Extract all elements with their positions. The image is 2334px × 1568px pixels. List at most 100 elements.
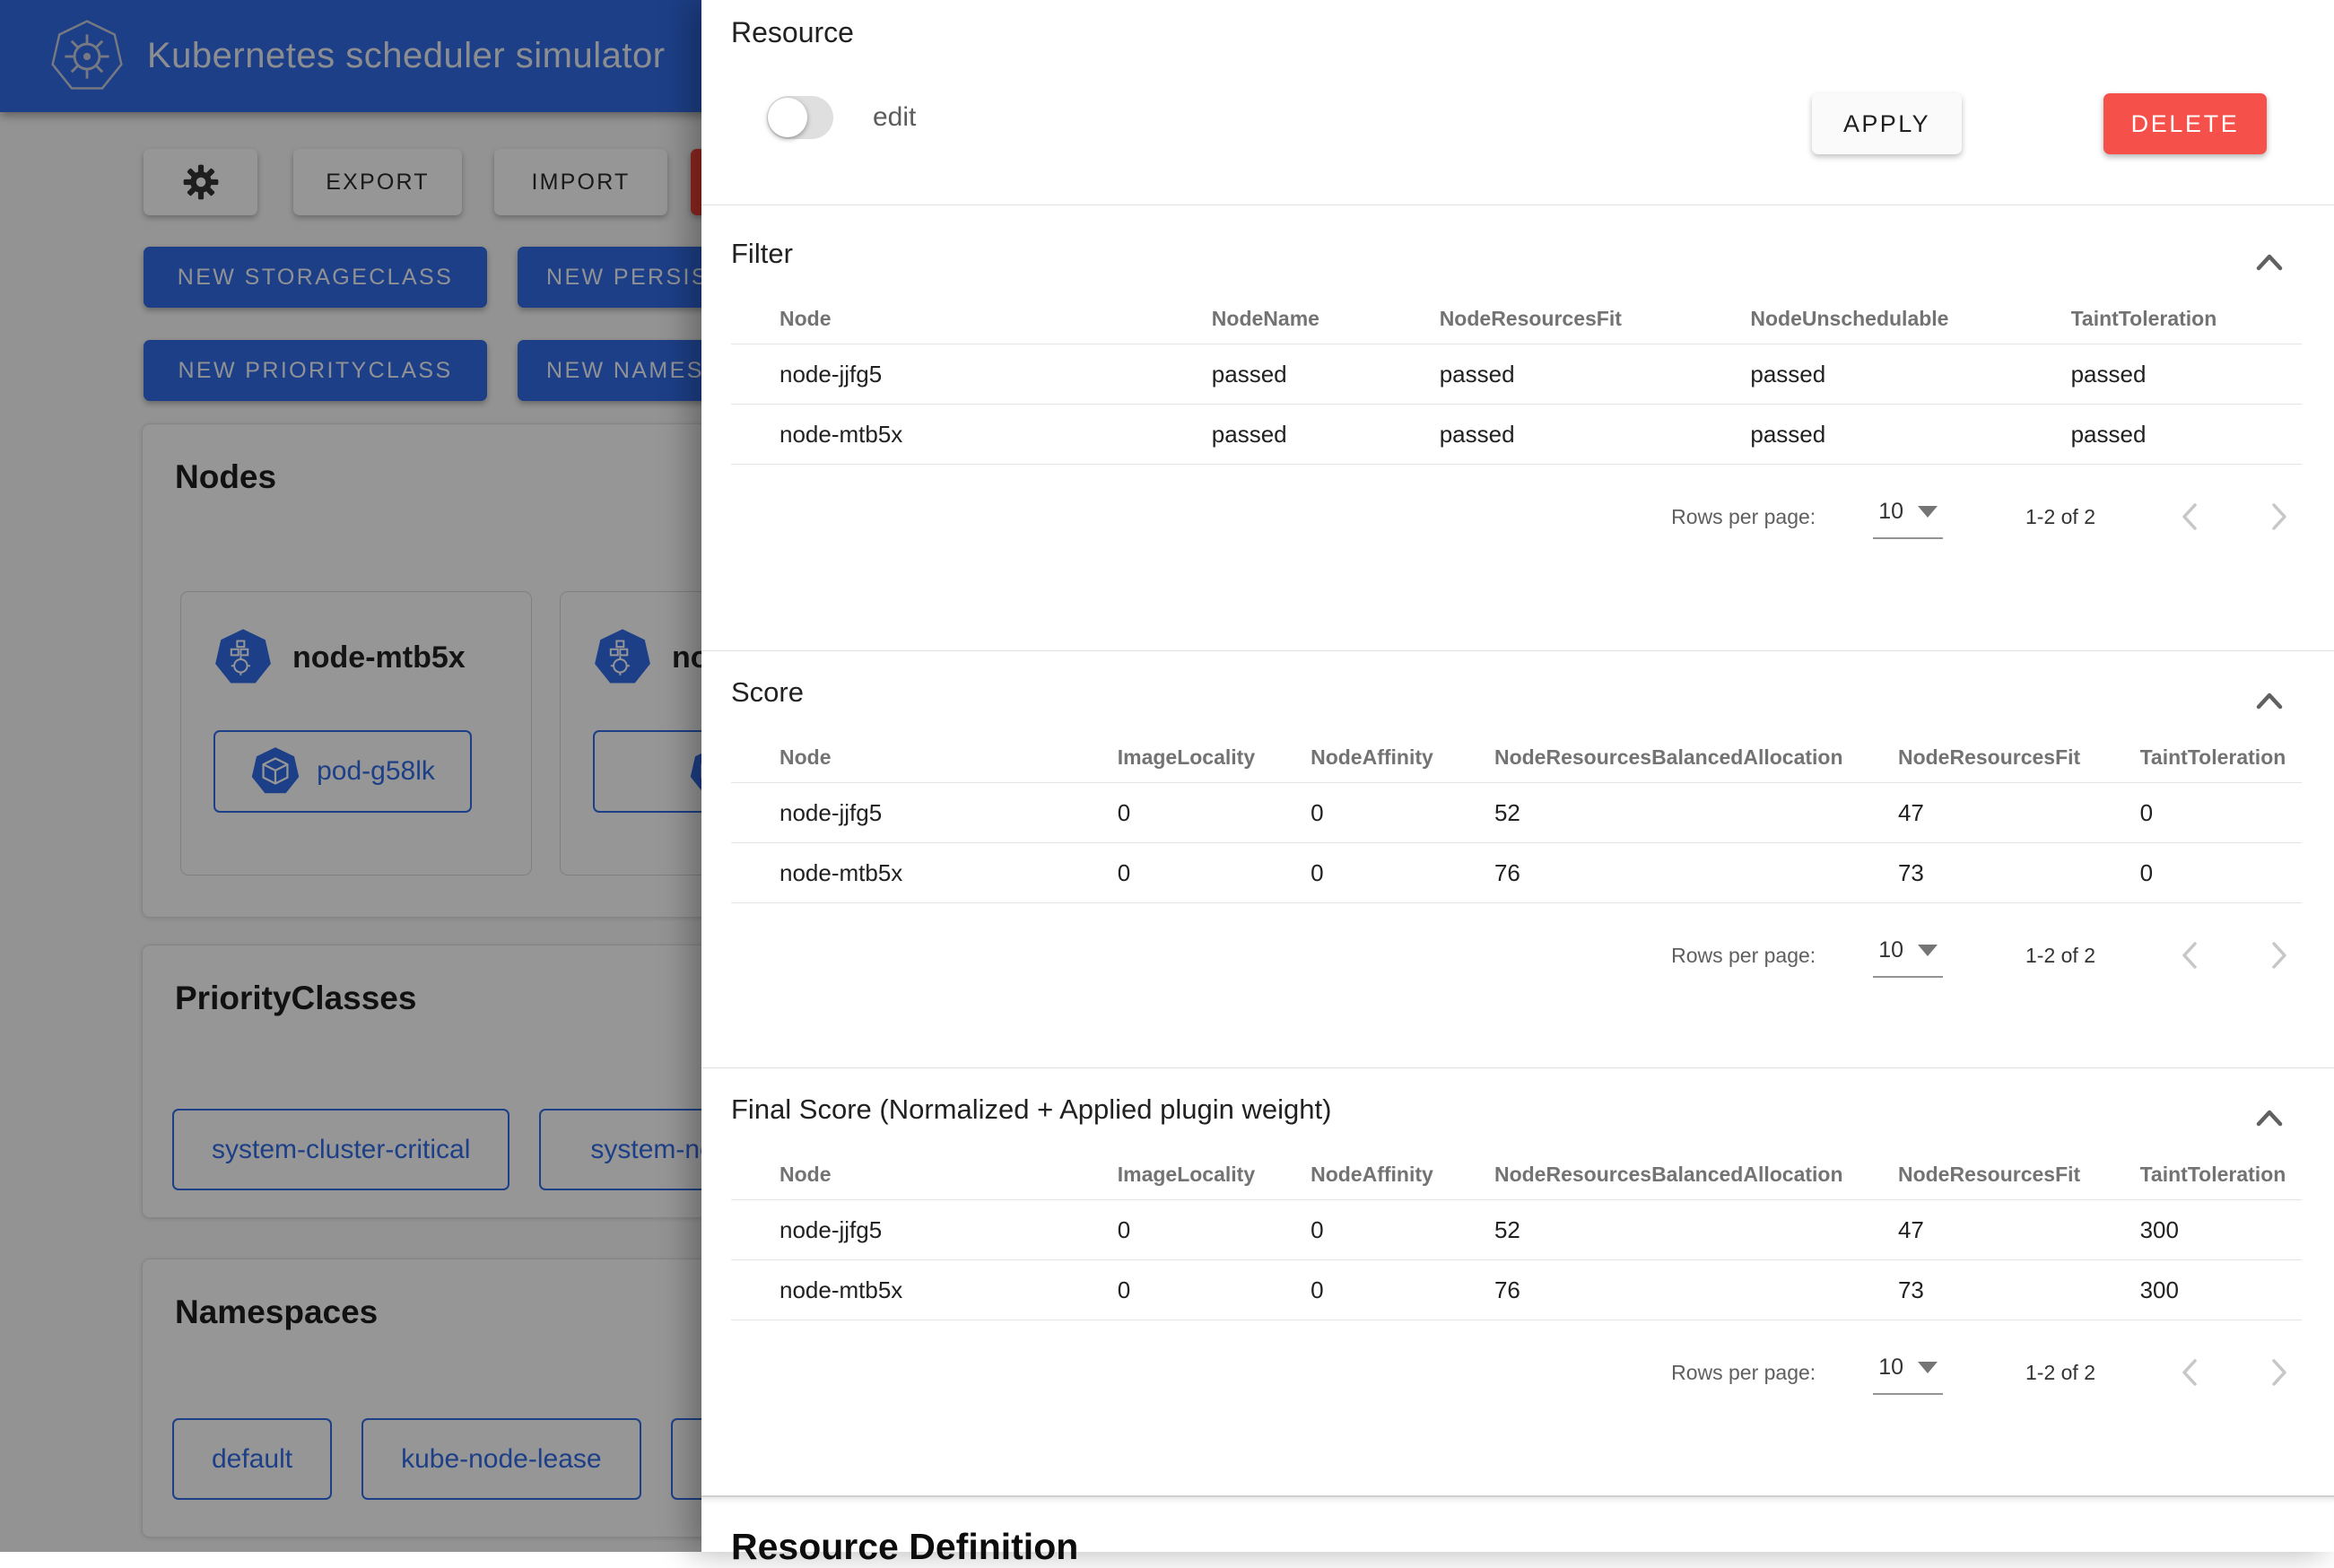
table-row: node-jjfg5 0 0 52 47 300 bbox=[731, 1200, 2302, 1260]
drawer-title: Resource bbox=[731, 16, 854, 49]
cell-node: node-mtb5x bbox=[731, 421, 1212, 449]
cell-value: 0 bbox=[1118, 1216, 1311, 1244]
cell-value: 52 bbox=[1494, 799, 1898, 827]
score-pagination: Rows per page: 10 1-2 of 2 bbox=[731, 914, 2302, 997]
cell-value: 0 bbox=[1311, 1276, 1494, 1304]
cell-value: passed bbox=[1212, 421, 1440, 449]
cell-value: passed bbox=[1750, 361, 2070, 388]
final-score-table: Node ImageLocality NodeAffinity NodeReso… bbox=[731, 1149, 2302, 1320]
cell-node: node-jjfg5 bbox=[731, 1216, 1118, 1244]
cell-value: 0 bbox=[1118, 799, 1311, 827]
resource-definition-section: Resource Definition bbox=[701, 1495, 2334, 1552]
cell-value: 0 bbox=[1311, 859, 1494, 887]
column-header: NodeResourcesFit bbox=[1898, 745, 2140, 770]
cell-node: node-mtb5x bbox=[731, 1276, 1118, 1304]
table-row: node-mtb5x 0 0 76 73 300 bbox=[731, 1260, 2302, 1320]
cell-value: passed bbox=[1212, 361, 1440, 388]
cell-value: 76 bbox=[1494, 1276, 1898, 1304]
table-header-row: Node ImageLocality NodeAffinity NodeReso… bbox=[731, 1149, 2302, 1200]
next-page-icon[interactable] bbox=[2260, 499, 2296, 535]
next-page-icon[interactable] bbox=[2260, 937, 2296, 973]
cell-value: 47 bbox=[1898, 799, 2140, 827]
filter-section: Filter Node NodeName NodeResourcesFit No… bbox=[701, 205, 2334, 650]
cell-value: passed bbox=[1440, 361, 1751, 388]
cell-node: node-jjfg5 bbox=[731, 361, 1212, 388]
column-header: Node bbox=[731, 745, 1118, 770]
delete-button[interactable]: DELETE bbox=[2103, 93, 2267, 154]
cell-node: node-jjfg5 bbox=[731, 799, 1118, 827]
rows-per-page-select[interactable]: 10 bbox=[1873, 495, 1943, 539]
column-header: NodeResourcesBalancedAllocation bbox=[1494, 1163, 1898, 1187]
rows-per-page-select[interactable]: 10 bbox=[1873, 934, 1943, 978]
collapse-chevron-up-icon[interactable] bbox=[2251, 245, 2287, 281]
final-score-section-title: Final Score (Normalized + Applied plugin… bbox=[731, 1068, 2302, 1126]
toggle-thumb bbox=[768, 98, 807, 137]
cell-value: passed bbox=[2071, 361, 2302, 388]
cell-value: 300 bbox=[2140, 1276, 2302, 1304]
column-header: NodeUnschedulable bbox=[1750, 307, 2070, 331]
cell-value: 0 bbox=[1311, 1216, 1494, 1244]
cell-value: 73 bbox=[1898, 1276, 2140, 1304]
rows-per-page-value: 10 bbox=[1878, 1355, 1903, 1381]
column-header: NodeResourcesFit bbox=[1898, 1163, 2140, 1187]
table-row: node-jjfg5 0 0 52 47 0 bbox=[731, 783, 2302, 843]
pagination-range: 1-2 of 2 bbox=[2025, 505, 2095, 529]
resource-definition-title: Resource Definition bbox=[731, 1497, 2302, 1568]
column-header: NodeAffinity bbox=[1311, 745, 1494, 770]
column-header: TaintToleration bbox=[2071, 307, 2302, 331]
table-header-row: Node ImageLocality NodeAffinity NodeReso… bbox=[731, 732, 2302, 783]
cell-value: 0 bbox=[1311, 799, 1494, 827]
table-row: node-jjfg5 passed passed passed passed bbox=[731, 344, 2302, 405]
previous-page-icon[interactable] bbox=[2173, 937, 2208, 973]
final-score-pagination: Rows per page: 10 1-2 of 2 bbox=[731, 1331, 2302, 1414]
score-table: Node ImageLocality NodeAffinity NodeReso… bbox=[731, 732, 2302, 903]
cell-value: passed bbox=[1750, 421, 2070, 449]
column-header: NodeResourcesFit bbox=[1440, 307, 1751, 331]
score-section: Score Node ImageLocality NodeAffinity No… bbox=[701, 650, 2334, 1067]
rows-per-page-label: Rows per page: bbox=[1671, 1361, 1816, 1385]
rows-per-page-value: 10 bbox=[1878, 937, 1903, 963]
column-header: NodeResourcesBalancedAllocation bbox=[1494, 745, 1898, 770]
rows-per-page-label: Rows per page: bbox=[1671, 505, 1816, 529]
pagination-range: 1-2 of 2 bbox=[2025, 1361, 2095, 1385]
previous-page-icon[interactable] bbox=[2173, 1355, 2208, 1390]
next-page-icon[interactable] bbox=[2260, 1355, 2296, 1390]
column-header: ImageLocality bbox=[1118, 1163, 1311, 1187]
cell-value: 47 bbox=[1898, 1216, 2140, 1244]
cell-value: 0 bbox=[1118, 859, 1311, 887]
rows-per-page-label: Rows per page: bbox=[1671, 944, 1816, 968]
filter-table: Node NodeName NodeResourcesFit NodeUnsch… bbox=[731, 293, 2302, 465]
resource-drawer: Resource edit APPLY DELETE Filter Node N… bbox=[701, 0, 2334, 1552]
cell-value: 73 bbox=[1898, 859, 2140, 887]
rows-per-page-select[interactable]: 10 bbox=[1873, 1351, 1943, 1395]
column-header: TaintToleration bbox=[2140, 745, 2302, 770]
cell-value: 0 bbox=[2140, 859, 2302, 887]
drawer-header: Resource edit APPLY DELETE bbox=[701, 0, 2334, 205]
cell-value: passed bbox=[2071, 421, 2302, 449]
previous-page-icon[interactable] bbox=[2173, 499, 2208, 535]
caret-down-icon bbox=[1918, 506, 1938, 518]
cell-value: 0 bbox=[1118, 1276, 1311, 1304]
cell-value: 300 bbox=[2140, 1216, 2302, 1244]
collapse-chevron-up-icon[interactable] bbox=[2251, 684, 2287, 719]
apply-button[interactable]: APPLY bbox=[1812, 93, 1962, 154]
table-header-row: Node NodeName NodeResourcesFit NodeUnsch… bbox=[731, 293, 2302, 344]
rows-per-page-value: 10 bbox=[1878, 499, 1903, 525]
cell-node: node-mtb5x bbox=[731, 859, 1118, 887]
caret-down-icon bbox=[1918, 945, 1938, 956]
final-score-section: Final Score (Normalized + Applied plugin… bbox=[701, 1067, 2334, 1495]
cell-value: passed bbox=[1440, 421, 1751, 449]
column-header: NodeAffinity bbox=[1311, 1163, 1494, 1187]
column-header: Node bbox=[731, 1163, 1118, 1187]
table-row: node-mtb5x 0 0 76 73 0 bbox=[731, 843, 2302, 903]
collapse-chevron-up-icon[interactable] bbox=[2251, 1101, 2287, 1137]
column-header: NodeName bbox=[1212, 307, 1440, 331]
filter-section-title: Filter bbox=[731, 205, 2302, 270]
column-header: ImageLocality bbox=[1118, 745, 1311, 770]
edit-toggle-label: edit bbox=[873, 102, 916, 133]
column-header: TaintToleration bbox=[2140, 1163, 2302, 1187]
pagination-range: 1-2 of 2 bbox=[2025, 944, 2095, 968]
score-section-title: Score bbox=[731, 651, 2302, 709]
edit-toggle[interactable] bbox=[767, 96, 833, 139]
table-row: node-mtb5x passed passed passed passed bbox=[731, 405, 2302, 465]
